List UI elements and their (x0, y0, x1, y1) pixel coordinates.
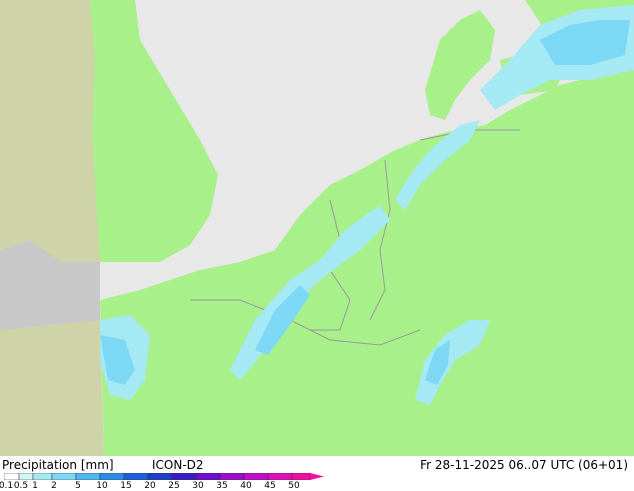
scale-swatch (195, 473, 221, 480)
legend-valid-time: Fr 28-11-2025 06..07 UTC (06+01) (420, 458, 628, 472)
outside-domain-france (0, 320, 104, 456)
scale-swatch (75, 473, 101, 480)
scale-swatch (147, 473, 173, 480)
scale-swatch (4, 473, 20, 480)
scale-swatch (123, 473, 149, 480)
color-scale-bar (4, 473, 324, 480)
scale-swatch (51, 473, 77, 480)
scale-swatch (243, 473, 269, 480)
legend-model: ICON-D2 (152, 458, 204, 472)
scale-arrow (310, 473, 324, 480)
legend: Precipitation [mm] ICON-D2 Fr 28-11-2025… (0, 456, 634, 491)
scale-swatch (267, 473, 293, 480)
precipitation-map (0, 0, 634, 456)
scale-swatch (99, 473, 125, 480)
outside-domain-britain (0, 0, 100, 262)
scale-swatch (171, 473, 197, 480)
legend-title: Precipitation [mm] (2, 458, 114, 472)
scale-swatch (291, 473, 311, 480)
scale-swatch (219, 473, 245, 480)
scale-swatch (32, 473, 53, 480)
scale-swatch (18, 473, 34, 480)
